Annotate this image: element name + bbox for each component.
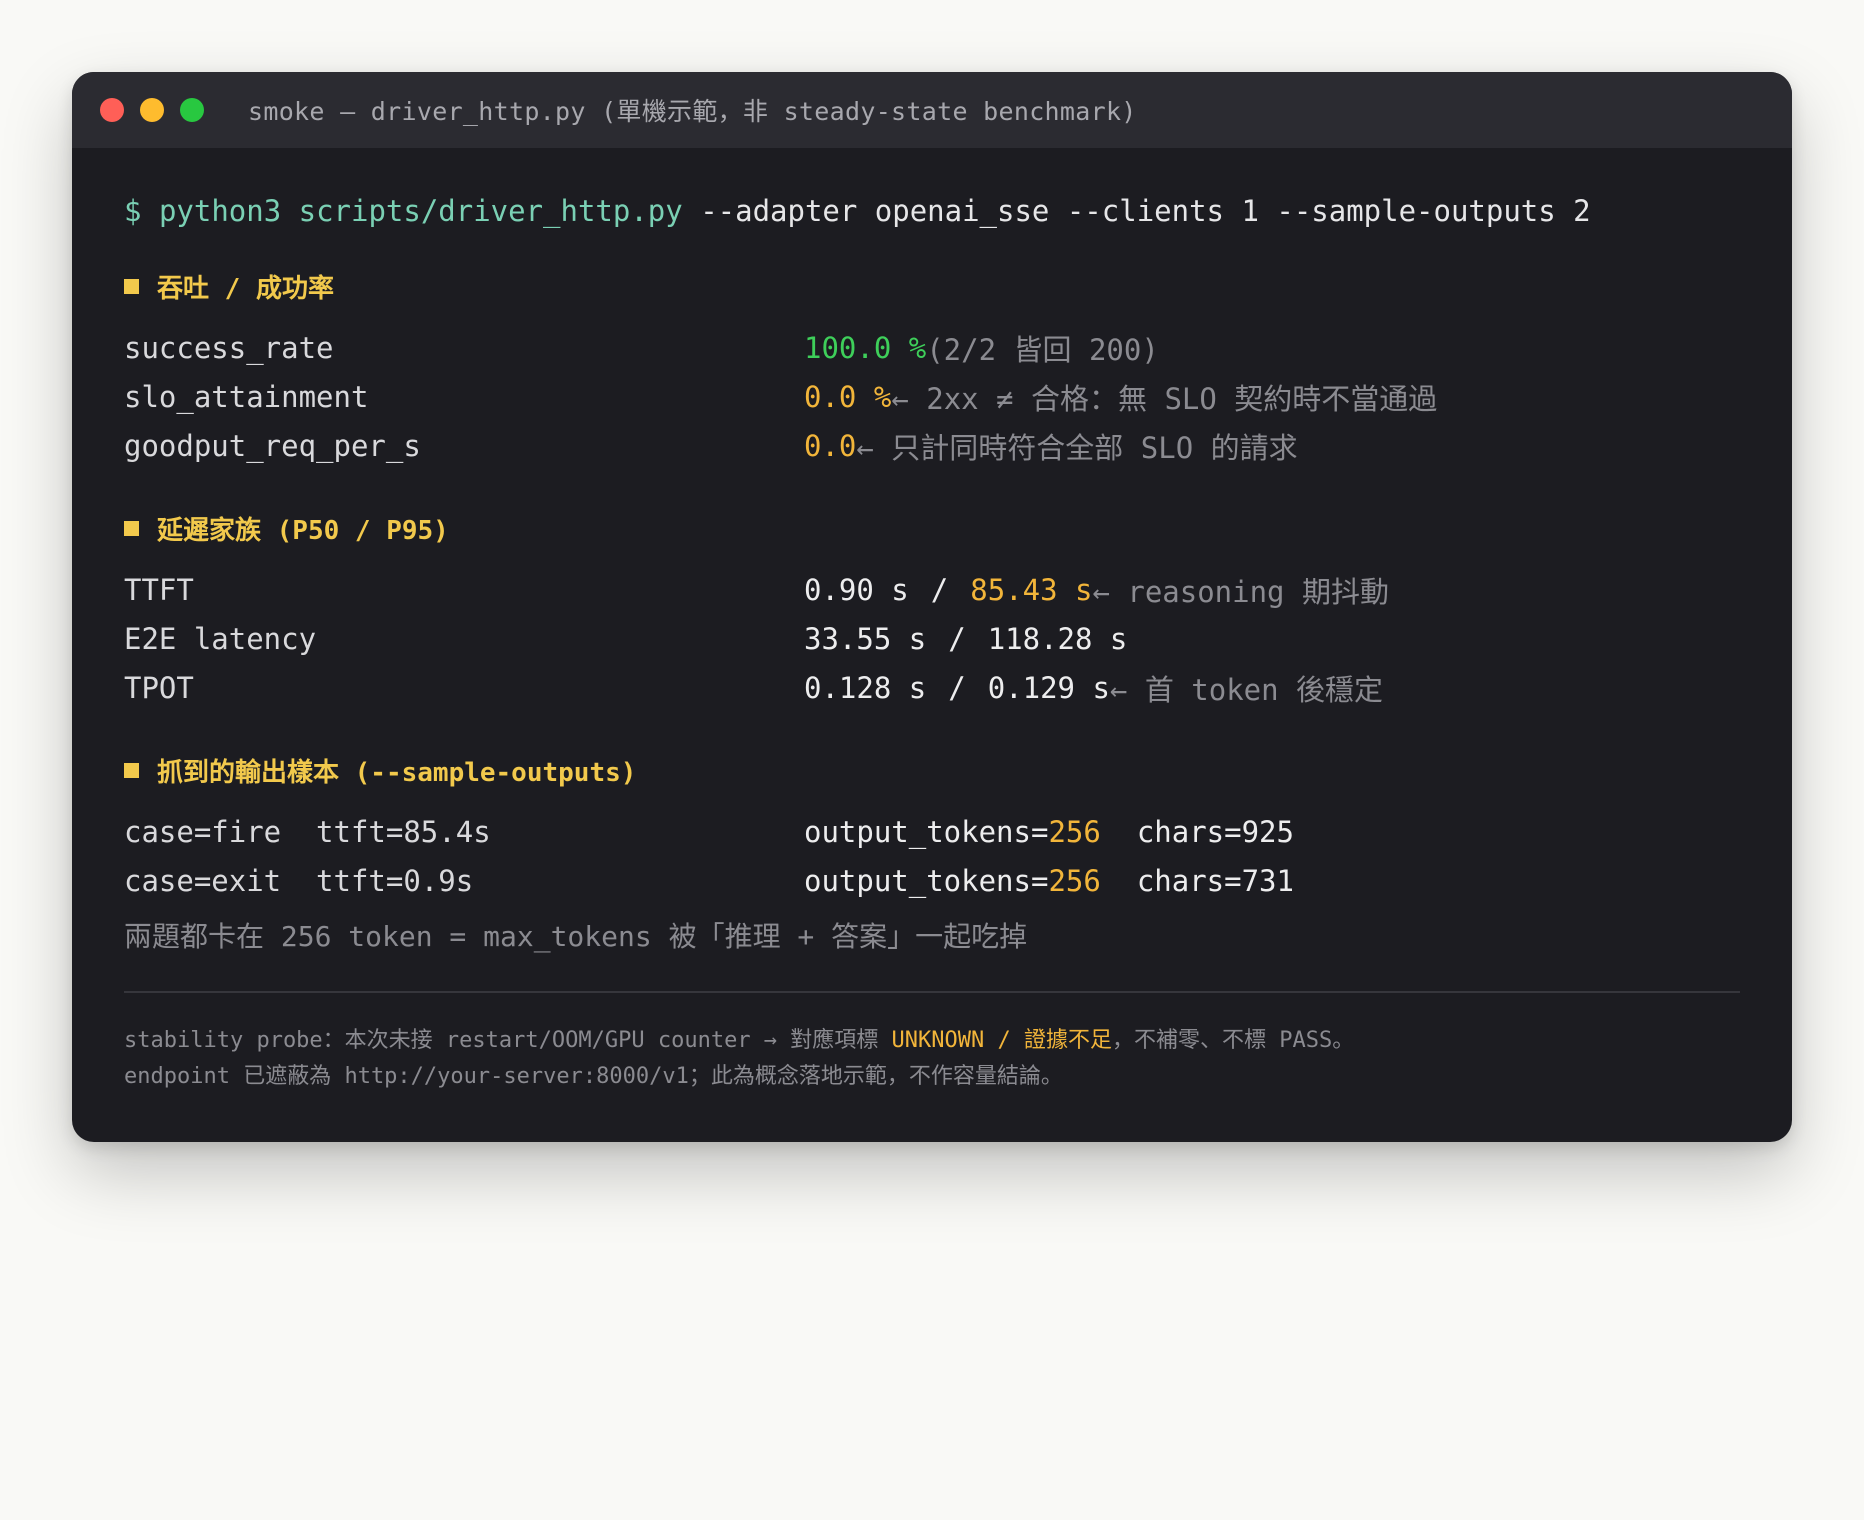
latency-section: 延遲家族 (P50 / P95) TTFT 0.90 s / 85.43 s ←… bbox=[124, 510, 1740, 712]
zoom-window-button[interactable] bbox=[180, 98, 204, 122]
p95-value: 118.28 s bbox=[987, 621, 1128, 656]
square-bullet-icon bbox=[124, 279, 139, 294]
minimize-window-button[interactable] bbox=[140, 98, 164, 122]
metric-note: ← 2xx ≠ 合格：無 SLO 契約時不當通過 bbox=[891, 381, 1438, 416]
section-heading: 吞吐 / 成功率 bbox=[124, 268, 1740, 305]
metric-row-goodput: goodput_req_per_s 0.0 ← 只計同時符合全部 SLO 的請求 bbox=[124, 421, 1740, 470]
metric-label: goodput_req_per_s bbox=[124, 428, 421, 463]
samples-summary: 兩題都卡在 256 token = max_tokens 被「推理 + 答案」一… bbox=[124, 920, 1028, 953]
section-heading: 延遲家族 (P50 / P95) bbox=[124, 510, 1740, 547]
command-program: python3 scripts/driver_http.py bbox=[158, 194, 683, 228]
section-heading: 抓到的輸出樣本 (--sample-outputs) bbox=[124, 752, 1740, 789]
section-title: 抓到的輸出樣本 (--sample-outputs) bbox=[157, 758, 637, 788]
shell-prompt: $ bbox=[124, 194, 142, 228]
footer-text: ，不補零、不標 PASS。 bbox=[1112, 1028, 1355, 1053]
section-title: 延遲家族 (P50 / P95) bbox=[157, 516, 449, 546]
metric-row-tpot: TPOT 0.128 s / 0.129 s ← 首 token 後穩定 bbox=[124, 663, 1740, 712]
footer-line-endpoint: endpoint 已遮蔽為 http://your-server:8000/v1… bbox=[124, 1064, 1063, 1089]
metric-row-ttft: TTFT 0.90 s / 85.43 s ← reasoning 期抖動 bbox=[124, 565, 1740, 614]
close-window-button[interactable] bbox=[100, 98, 124, 122]
metric-row-slo-attainment: slo_attainment 0.0 % ← 2xx ≠ 合格：無 SLO 契約… bbox=[124, 372, 1740, 421]
command-args: --adapter openai_sse --clients 1 --sampl… bbox=[700, 194, 1591, 228]
metric-row-success-rate: success_rate 100.0 % (2/2 皆回 200) bbox=[124, 323, 1740, 372]
chars-value: chars=925 bbox=[1136, 814, 1294, 849]
title-bar: smoke — driver_http.py (單機示範，非 steady-st… bbox=[72, 72, 1792, 148]
samples-section: 抓到的輸出樣本 (--sample-outputs) case=fire ttf… bbox=[124, 752, 1740, 955]
metric-note: ← reasoning 期抖動 bbox=[1092, 574, 1389, 609]
square-bullet-icon bbox=[124, 763, 139, 778]
tokens-value: 256 bbox=[1048, 814, 1101, 849]
footer-line-stability: stability probe：本次未接 restart/OOM/GPU cou… bbox=[124, 1023, 1740, 1059]
p95-value: 0.129 s bbox=[987, 670, 1110, 705]
p50-value: 0.128 s bbox=[804, 670, 927, 705]
separator: / bbox=[948, 670, 966, 705]
sample-row: case=exit ttft=0.9s output_tokens= 256 c… bbox=[124, 856, 1740, 905]
terminal-window: smoke — driver_http.py (單機示範，非 steady-st… bbox=[72, 72, 1792, 1142]
throughput-section: 吞吐 / 成功率 success_rate 100.0 % (2/2 皆回 20… bbox=[124, 268, 1740, 470]
separator: / bbox=[930, 572, 949, 607]
metric-label: TTFT bbox=[124, 572, 194, 607]
metric-note: ← 只計同時符合全部 SLO 的請求 bbox=[856, 430, 1298, 465]
chars-value: chars=731 bbox=[1136, 863, 1294, 898]
metric-value: 0.0 % bbox=[804, 379, 892, 414]
metric-value: 100.0 % bbox=[804, 330, 927, 365]
metric-label: E2E latency bbox=[124, 621, 317, 656]
command-line: $ python3 scripts/driver_http.py --adapt… bbox=[124, 194, 1740, 228]
section-title: 吞吐 / 成功率 bbox=[157, 274, 334, 304]
footer-text: stability probe：本次未接 restart/OOM/GPU cou… bbox=[124, 1028, 892, 1053]
metric-label: TPOT bbox=[124, 670, 194, 705]
unknown-highlight: UNKNOWN / 證據不足 bbox=[891, 1028, 1112, 1053]
separator: / bbox=[948, 621, 966, 656]
p50-value: 0.90 s bbox=[804, 572, 909, 607]
tokens-value: 256 bbox=[1048, 863, 1101, 898]
metric-label: success_rate bbox=[124, 330, 334, 365]
sample-row: case=fire ttft=85.4s output_tokens= 256 … bbox=[124, 807, 1740, 856]
metric-note: (2/2 皆回 200) bbox=[926, 332, 1159, 367]
metric-row-e2e-latency: E2E latency 33.55 s / 118.28 s bbox=[124, 614, 1740, 663]
p95-value: 85.43 s bbox=[970, 572, 1093, 607]
p50-value: 33.55 s bbox=[804, 621, 927, 656]
sample-label: case=fire ttft=85.4s bbox=[124, 814, 491, 849]
metric-note: ← 首 token 後穩定 bbox=[1109, 672, 1384, 707]
metric-label: slo_attainment bbox=[124, 379, 369, 414]
tokens-key: output_tokens= bbox=[804, 814, 1049, 849]
tokens-key: output_tokens= bbox=[804, 863, 1049, 898]
square-bullet-icon bbox=[124, 521, 139, 536]
metric-value: 0.0 bbox=[804, 428, 857, 463]
divider bbox=[124, 991, 1740, 993]
sample-label: case=exit ttft=0.9s bbox=[124, 863, 474, 898]
terminal-content: $ python3 scripts/driver_http.py --adapt… bbox=[72, 148, 1792, 1095]
window-title: smoke — driver_http.py (單機示範，非 steady-st… bbox=[248, 97, 1137, 126]
